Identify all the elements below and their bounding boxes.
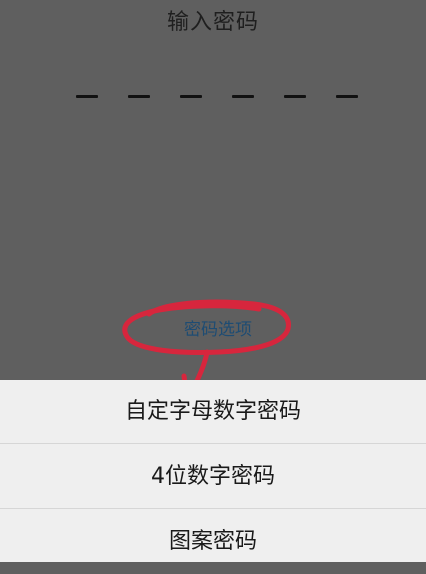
passcode-slot-3 <box>180 95 202 98</box>
passcode-screen: 输入密码 密码选项 自定字母数字密码 4位数字密码 图案密码 <box>0 0 426 562</box>
pattern-option[interactable]: 图案密码 <box>0 510 426 574</box>
passcode-options-sheet: 自定字母数字密码 4位数字密码 图案密码 <box>0 380 426 562</box>
passcode-slot-1 <box>76 95 98 98</box>
passcode-slot-2 <box>128 95 150 98</box>
four-digit-option[interactable]: 4位数字密码 <box>0 445 426 509</box>
passcode-slot-4 <box>232 95 254 98</box>
custom-alphanumeric-option[interactable]: 自定字母数字密码 <box>0 380 426 444</box>
passcode-slots <box>66 95 366 99</box>
passcode-slot-6 <box>336 95 358 98</box>
passcode-slot-5 <box>284 95 306 98</box>
page-title: 输入密码 <box>166 10 259 35</box>
passcode-options-link[interactable]: 密码选项 <box>0 315 426 340</box>
